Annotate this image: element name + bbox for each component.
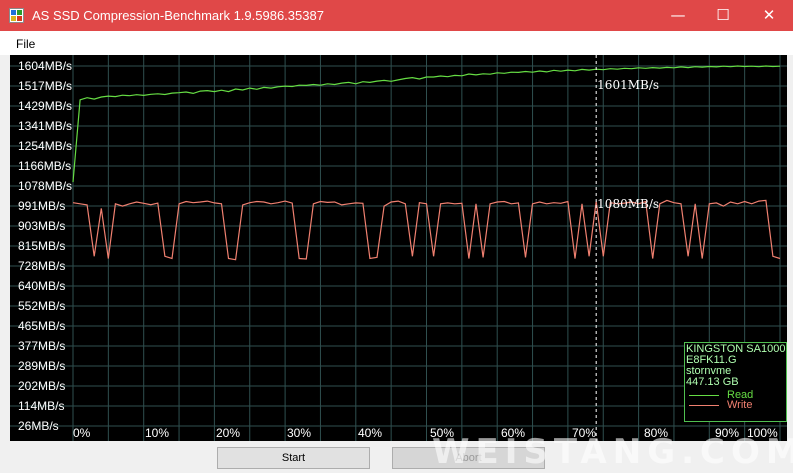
y-tick-label: 114MB/s xyxy=(18,399,65,413)
close-button[interactable]: ✕ xyxy=(746,0,792,31)
benchmark-chart: 1601MB/s 1080MB/s 1604MB/s 1517MB/s 1429MB/… xyxy=(10,55,787,441)
watermark: WEISTANG.COM xyxy=(432,432,793,472)
y-tick-label: 815MB/s xyxy=(18,239,66,253)
maximize-button[interactable]: ☐ xyxy=(700,0,746,31)
y-tick-label: 1341MB/s xyxy=(18,119,73,133)
write-legend-label: Write xyxy=(727,399,753,411)
y-tick-label: 1078MB/s xyxy=(18,179,73,193)
read-legend-swatch xyxy=(689,395,719,396)
x-tick-label: 30% xyxy=(287,426,312,440)
y-tick-label: 202MB/s xyxy=(18,379,66,393)
x-tick-label: 40% xyxy=(358,426,383,440)
window-title: AS SSD Compression-Benchmark 1.9.5986.35… xyxy=(32,8,324,23)
y-tick-label: 903MB/s xyxy=(18,219,66,233)
title-bar[interactable]: AS SSD Compression-Benchmark 1.9.5986.35… xyxy=(0,0,793,31)
y-tick-label: 465MB/s xyxy=(18,319,66,333)
chart-plot: 1601MB/s 1080MB/s xyxy=(10,55,787,441)
y-tick-label: 377MB/s xyxy=(18,339,66,353)
y-tick-label: 1254MB/s xyxy=(18,139,73,153)
menu-bar: File xyxy=(0,31,793,55)
y-tick-label: 1604MB/s xyxy=(18,59,73,73)
x-tick-label: 0% xyxy=(73,426,91,440)
y-tick-label: 1429MB/s xyxy=(18,99,73,113)
minimize-button[interactable]: — xyxy=(655,0,701,31)
write-marker-label: 1080MB/s xyxy=(597,197,659,211)
y-tick-label: 289MB/s xyxy=(18,359,66,373)
x-tick-label: 20% xyxy=(216,426,241,440)
y-tick-label: 991MB/s xyxy=(18,199,66,213)
read-marker-label: 1601MB/s xyxy=(597,78,659,92)
y-tick-label: 1166MB/s xyxy=(18,159,72,173)
y-tick-label: 728MB/s xyxy=(18,259,66,273)
x-tick-label: 10% xyxy=(145,426,170,440)
drive-info-legend: KINGSTON SA1000 E8FK11.G stornvme 447.13… xyxy=(684,342,787,422)
y-tick-label: 552MB/s xyxy=(18,299,66,313)
write-legend-swatch xyxy=(689,405,719,406)
drive-capacity: 447.13 GB xyxy=(686,376,739,388)
app-icon xyxy=(9,8,24,23)
y-tick-label: 1517MB/s xyxy=(18,79,73,93)
menu-file[interactable]: File xyxy=(16,37,35,51)
y-tick-label: 640MB/s xyxy=(18,279,66,293)
y-tick-label: 26MB/s xyxy=(18,419,59,433)
start-button[interactable]: Start xyxy=(217,447,370,469)
